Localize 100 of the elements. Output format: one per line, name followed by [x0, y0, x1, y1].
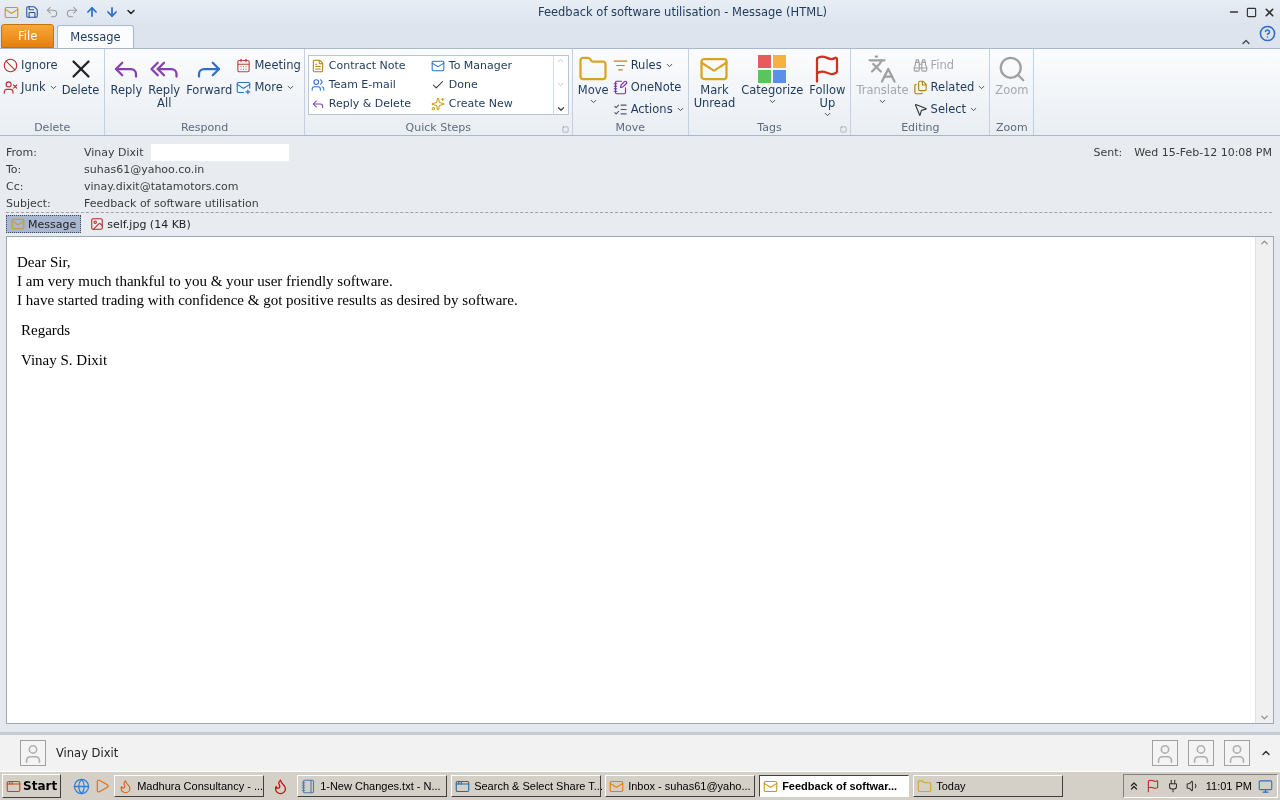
image-file-icon — [90, 217, 105, 231]
caret-icon — [767, 97, 777, 106]
group-label: Tags — [757, 120, 782, 134]
ribbon-button[interactable]: OneNote — [612, 77, 685, 97]
group-label: Editing — [901, 120, 940, 134]
folder-icon — [917, 778, 933, 794]
group-label: Move — [615, 120, 645, 134]
ribbon-button[interactable]: Actions — [612, 99, 685, 119]
start-button[interactable]: Start — [2, 774, 62, 798]
translate-icon — [867, 54, 898, 84]
message-text: I have started trading with confidence & got positive results as desired by software. — [17, 291, 519, 310]
binoculars-icon — [912, 57, 928, 73]
notepad-icon — [301, 778, 317, 794]
ribbon-button[interactable]: Ignore — [3, 55, 58, 75]
scroll-down-icon[interactable] — [1259, 712, 1270, 723]
field-value[interactable]: Vinay Dixit — [84, 146, 144, 159]
junk-user-icon — [3, 79, 18, 95]
quick-step-item[interactable]: Reply & Delete — [310, 94, 431, 113]
ribbon-button[interactable]: Rules — [612, 55, 685, 75]
taskbar-button[interactable]: Feedback of softwar... — [759, 775, 910, 797]
group-label: Zoom — [996, 120, 1028, 134]
restore-icon[interactable] — [1246, 6, 1257, 18]
ignore-icon — [3, 57, 18, 73]
caret-icon — [588, 97, 598, 106]
field-label: From: — [6, 146, 38, 159]
field-label: Cc: — [6, 180, 25, 193]
message-text: I am very much thankful to you & your user friendly software. — [17, 272, 394, 291]
sent-label: Sent: — [1093, 146, 1123, 159]
caret-icon — [822, 110, 832, 119]
quick-step-item[interactable]: To Manager — [430, 56, 551, 75]
ribbon-button[interactable]: Mark Unread — [691, 51, 738, 110]
message-text: Vinay S. Dixit — [21, 351, 109, 370]
contact-name[interactable]: Vinay Dixit — [56, 746, 119, 760]
quick-step-item[interactable]: Create New — [430, 94, 551, 113]
ribbon-button[interactable]: Delete — [59, 51, 102, 97]
group-label: Quick Steps — [405, 120, 471, 134]
ribbon-button[interactable]: Forward — [184, 51, 235, 97]
note-icon — [310, 58, 325, 73]
sparkle-icon — [430, 96, 445, 111]
undo-icon[interactable] — [45, 5, 59, 19]
taskbar-button[interactable]: 1-New Changes.txt - N... — [297, 775, 448, 797]
ribbon-button[interactable]: Select — [912, 99, 987, 119]
window-title: Feedback of software utilisation - Message (HTML) — [536, 5, 829, 19]
ribbon-button[interactable]: Follow Up — [807, 51, 848, 119]
ribbon-tab[interactable]: Message — [57, 25, 134, 48]
quick-step-item[interactable]: Team E-mail — [310, 75, 431, 94]
ribbon-button[interactable]: Reply — [108, 51, 145, 97]
ribbon-button[interactable]: Reply All — [146, 51, 183, 110]
group-label: Delete — [34, 120, 71, 134]
taskbar-button[interactable]: Today — [913, 775, 1064, 797]
arrow-up-icon[interactable] — [85, 5, 99, 19]
redo-icon[interactable] — [65, 5, 79, 19]
ribbon-button[interactable]: Meeting — [236, 55, 301, 75]
field-value: Feedback of software utilisation — [84, 197, 259, 210]
app-window-icon — [455, 778, 471, 794]
mail-plus-icon — [236, 79, 252, 95]
field-label: To: — [6, 163, 23, 176]
category-squares-icon — [757, 54, 788, 84]
close-icon[interactable] — [1263, 5, 1276, 19]
avatar-placeholder[interactable] — [1224, 740, 1250, 766]
avatar-placeholder[interactable] — [1188, 740, 1214, 766]
ribbon-button[interactable]: Move — [575, 51, 611, 106]
monitor-icon[interactable] — [1258, 778, 1273, 794]
sent-date: Wed 15-Feb-12 10:08 PM — [1134, 146, 1272, 159]
field-value: suhas61@yahoo.co.in — [84, 163, 205, 176]
ribbon-button[interactable]: Related — [912, 77, 987, 97]
message-text: Dear Sir, — [17, 253, 72, 272]
team-icon — [310, 77, 325, 92]
attachment-tab[interactable]: Message — [6, 215, 82, 233]
field-value: vinay.dixit@tatamotors.com — [84, 180, 239, 193]
quick-step-item[interactable]: Contract Note — [310, 56, 431, 75]
save-icon[interactable] — [25, 5, 39, 19]
help-icon[interactable] — [1259, 25, 1276, 42]
clock[interactable]: 11:01 PM — [1205, 780, 1252, 792]
flag-icon[interactable] — [1145, 779, 1160, 793]
avatar-placeholder[interactable] — [20, 740, 46, 766]
globe-icon[interactable] — [73, 777, 91, 795]
play-icon[interactable] — [94, 778, 111, 794]
arrow-down-icon[interactable] — [105, 5, 119, 19]
envelope-icon — [763, 778, 779, 794]
ribbon-button[interactable]: More — [236, 77, 301, 97]
calendar-icon — [236, 57, 252, 73]
ribbon-button[interactable]: Junk — [3, 77, 58, 97]
pointer-icon — [912, 101, 928, 117]
taskbar-button[interactable]: Madhura Consultancy - ... — [114, 775, 265, 797]
field-label: Subject: — [6, 197, 52, 210]
taskbar-button[interactable]: Inbox - suhas61@yaho... — [605, 775, 756, 797]
envelope-icon — [609, 778, 625, 794]
message-text: Regards — [21, 321, 72, 340]
documents-icon — [912, 79, 928, 95]
ribbon-button[interactable]: Categorize — [739, 51, 806, 106]
checklist-icon — [612, 101, 628, 117]
group-label: Respond — [180, 120, 229, 134]
quick-step-item[interactable]: Done — [430, 75, 551, 94]
avatar-placeholder[interactable] — [1152, 740, 1178, 766]
envelope-icon — [4, 4, 19, 20]
gallery-more-icon[interactable] — [555, 104, 566, 114]
caret-icon — [878, 97, 887, 106]
notebook-icon — [612, 79, 628, 95]
attachment-tab[interactable]: self.jpg (14 KB) — [85, 215, 196, 233]
